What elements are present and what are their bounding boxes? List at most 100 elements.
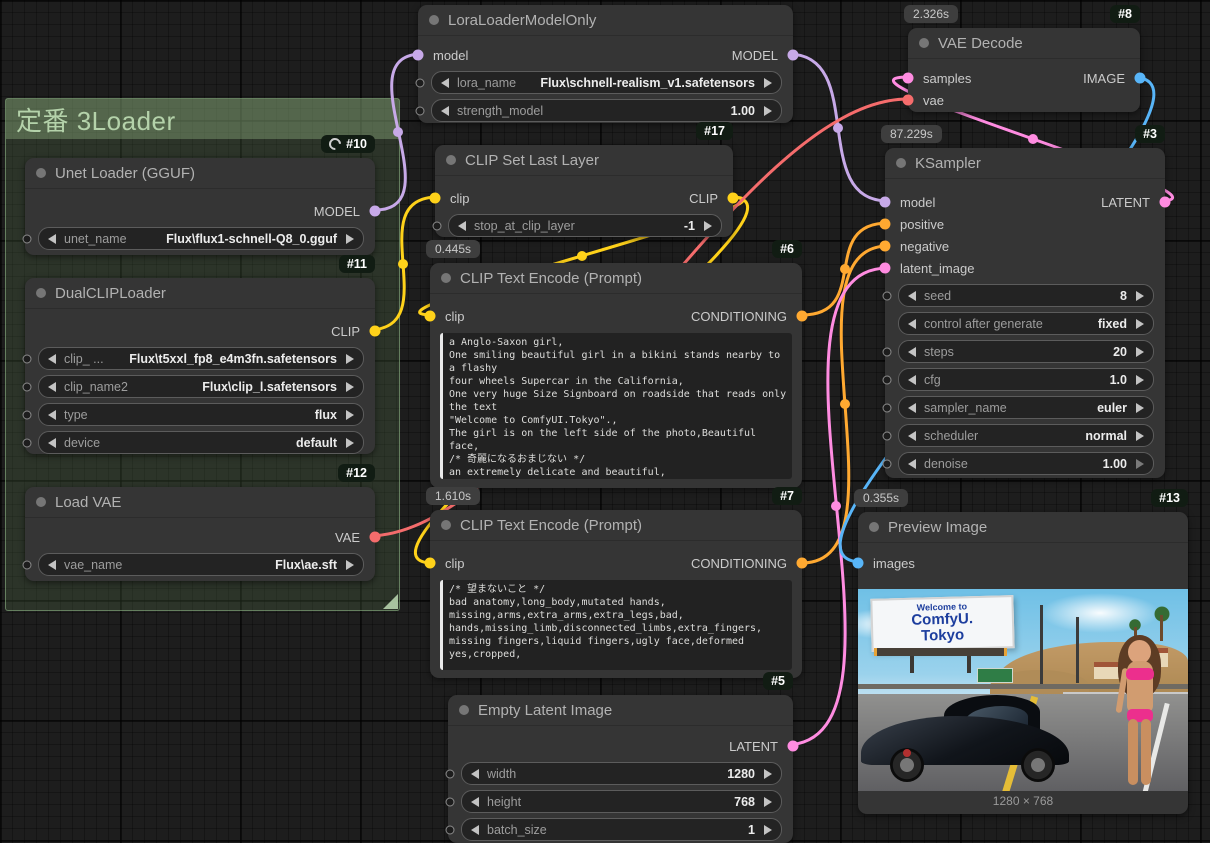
input-socket-images[interactable] xyxy=(853,558,864,569)
input-socket-latent-image[interactable] xyxy=(880,263,891,274)
increment-arrow-icon[interactable] xyxy=(1136,291,1144,301)
output-socket-latent[interactable] xyxy=(788,741,799,752)
decrement-arrow-icon[interactable] xyxy=(908,347,916,357)
widget-socket-icon[interactable] xyxy=(883,431,892,440)
widget-device[interactable]: device default xyxy=(38,431,364,454)
node-header[interactable]: VAE Decode xyxy=(908,28,1140,59)
widget-strength-model[interactable]: strength_model 1.00 xyxy=(431,99,782,122)
widget-vae-name[interactable]: vae_name Flux\ae.sft xyxy=(38,553,364,576)
output-socket-conditioning[interactable] xyxy=(797,558,808,569)
increment-arrow-icon[interactable] xyxy=(346,410,354,420)
widget-steps[interactable]: steps 20 xyxy=(898,340,1154,363)
input-socket-clip[interactable] xyxy=(430,193,441,204)
node-header[interactable]: CLIP Set Last Layer xyxy=(435,145,733,176)
input-socket-vae[interactable] xyxy=(903,95,914,106)
node-header[interactable]: CLIP Text Encode (Prompt) xyxy=(430,263,802,294)
output-socket-vae[interactable] xyxy=(370,532,381,543)
increment-arrow-icon[interactable] xyxy=(1136,375,1144,385)
widget-lora-name[interactable]: lora_name Flux\schnell-realism_v1.safete… xyxy=(431,71,782,94)
decrement-arrow-icon[interactable] xyxy=(471,825,479,835)
prompt-textarea[interactable]: /* 望まないこと */ bad anatomy,long_body,mutat… xyxy=(440,580,792,670)
widget-socket-icon[interactable] xyxy=(883,375,892,384)
decrement-arrow-icon[interactable] xyxy=(48,560,56,570)
decrement-arrow-icon[interactable] xyxy=(441,106,449,116)
node-loraloadermodelonly[interactable]: LoraLoaderModelOnly model MODEL lora_nam… xyxy=(418,5,793,123)
collapse-dot-icon[interactable] xyxy=(441,273,451,283)
input-socket-negative[interactable] xyxy=(880,241,891,252)
output-socket-clip[interactable] xyxy=(370,326,381,337)
increment-arrow-icon[interactable] xyxy=(1136,403,1144,413)
decrement-arrow-icon[interactable] xyxy=(441,78,449,88)
increment-arrow-icon[interactable] xyxy=(764,769,772,779)
widget-socket-icon[interactable] xyxy=(883,291,892,300)
widget-clip-name1[interactable]: clip_ ... Flux\t5xxl_fp8_e4m3fn.safetens… xyxy=(38,347,364,370)
increment-arrow-icon[interactable] xyxy=(1136,319,1144,329)
decrement-arrow-icon[interactable] xyxy=(471,797,479,807)
decrement-arrow-icon[interactable] xyxy=(48,234,56,244)
increment-arrow-icon[interactable] xyxy=(346,560,354,570)
widget-stop-at-clip-layer[interactable]: stop_at_clip_layer -1 xyxy=(448,214,722,237)
node-header[interactable]: Load VAE xyxy=(25,487,375,518)
node-clip-text-encode-negative[interactable]: 1.610s #7 CLIP Text Encode (Prompt) clip… xyxy=(430,510,802,678)
increment-arrow-icon[interactable] xyxy=(1136,431,1144,441)
increment-arrow-icon[interactable] xyxy=(764,106,772,116)
input-socket-model[interactable] xyxy=(413,50,424,61)
output-socket-model[interactable] xyxy=(788,50,799,61)
decrement-arrow-icon[interactable] xyxy=(471,769,479,779)
node-unet-loader[interactable]: #10 Unet Loader (GGUF) MODEL unet_name F… xyxy=(25,158,375,255)
node-clip-set-last-layer[interactable]: #17 CLIP Set Last Layer clip CLIP stop_a… xyxy=(435,145,733,237)
decrement-arrow-icon[interactable] xyxy=(458,221,466,231)
node-header[interactable]: Preview Image xyxy=(858,512,1188,543)
node-vae-decode[interactable]: 2.326s #8 VAE Decode samples IMAGE vae xyxy=(908,28,1140,112)
collapse-dot-icon[interactable] xyxy=(36,168,46,178)
widget-socket-icon[interactable] xyxy=(446,825,455,834)
widget-control-after-generate[interactable]: control after generate fixed xyxy=(898,312,1154,335)
widget-batch-size[interactable]: batch_size 1 xyxy=(461,818,782,841)
decrement-arrow-icon[interactable] xyxy=(908,403,916,413)
increment-arrow-icon[interactable] xyxy=(1136,347,1144,357)
collapse-dot-icon[interactable] xyxy=(869,522,879,532)
collapse-dot-icon[interactable] xyxy=(919,38,929,48)
prompt-textarea[interactable]: a Anglo-Saxon girl, One smiling beautifu… xyxy=(440,333,792,479)
node-header[interactable]: LoraLoaderModelOnly xyxy=(418,5,793,36)
widget-type[interactable]: type flux xyxy=(38,403,364,426)
widget-socket-icon[interactable] xyxy=(446,797,455,806)
widget-socket-icon[interactable] xyxy=(416,78,425,87)
decrement-arrow-icon[interactable] xyxy=(908,319,916,329)
node-clip-text-encode-positive[interactable]: 0.445s #6 CLIP Text Encode (Prompt) clip… xyxy=(430,263,802,488)
collapse-dot-icon[interactable] xyxy=(36,288,46,298)
output-socket-image[interactable] xyxy=(1135,73,1146,84)
widget-socket-icon[interactable] xyxy=(23,382,32,391)
widget-socket-icon[interactable] xyxy=(446,769,455,778)
widget-unet-name[interactable]: unet_name Flux\flux1-schnell-Q8_0.gguf xyxy=(38,227,364,250)
widget-socket-icon[interactable] xyxy=(883,347,892,356)
input-socket-samples[interactable] xyxy=(903,73,914,84)
widget-width[interactable]: width 1280 xyxy=(461,762,782,785)
widget-socket-icon[interactable] xyxy=(433,221,442,230)
increment-arrow-icon[interactable] xyxy=(1136,459,1144,469)
widget-cfg[interactable]: cfg 1.0 xyxy=(898,368,1154,391)
decrement-arrow-icon[interactable] xyxy=(908,375,916,385)
widget-socket-icon[interactable] xyxy=(23,354,32,363)
collapse-dot-icon[interactable] xyxy=(441,520,451,530)
node-graph-canvas[interactable]: 定番 3Loader LoraLoaderModelOnly xyxy=(0,0,1210,843)
widget-socket-icon[interactable] xyxy=(883,403,892,412)
collapse-dot-icon[interactable] xyxy=(36,497,46,507)
widget-sampler-name[interactable]: sampler_name euler xyxy=(898,396,1154,419)
input-socket-clip[interactable] xyxy=(425,558,436,569)
input-socket-clip[interactable] xyxy=(425,311,436,322)
node-empty-latent-image[interactable]: #5 Empty Latent Image LATENT width 1280 … xyxy=(448,695,793,843)
widget-denoise[interactable]: denoise 1.00 xyxy=(898,452,1154,475)
group-resize-handle[interactable] xyxy=(383,594,398,609)
decrement-arrow-icon[interactable] xyxy=(908,459,916,469)
widget-socket-icon[interactable] xyxy=(883,459,892,468)
node-header[interactable]: DualCLIPLoader xyxy=(25,278,375,309)
decrement-arrow-icon[interactable] xyxy=(908,291,916,301)
output-socket-latent[interactable] xyxy=(1160,197,1171,208)
collapse-dot-icon[interactable] xyxy=(429,15,439,25)
decrement-arrow-icon[interactable] xyxy=(48,438,56,448)
widget-socket-icon[interactable] xyxy=(23,234,32,243)
collapse-dot-icon[interactable] xyxy=(896,158,906,168)
widget-height[interactable]: height 768 xyxy=(461,790,782,813)
node-preview-image[interactable]: 0.355s #13 Preview Image images xyxy=(858,512,1188,814)
